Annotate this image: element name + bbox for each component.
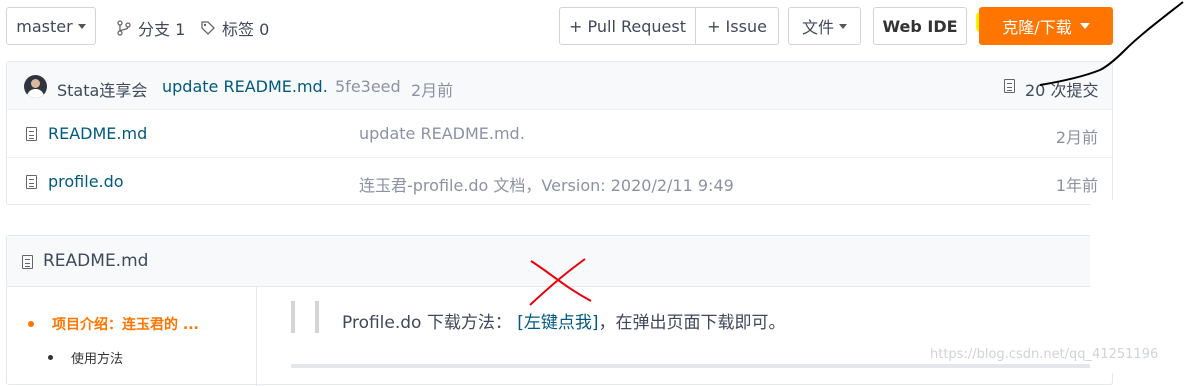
commit-hash[interactable]: 5fe3eed <box>335 77 401 96</box>
quote-suffix: ，在弹出页面下载即可。 <box>598 313 786 333</box>
branch-icon <box>117 20 131 36</box>
tag-icon <box>201 21 215 35</box>
toc-bullet <box>28 321 34 327</box>
tags-link[interactable]: 标签 0 <box>200 16 269 40</box>
issue-label: + Issue <box>707 16 767 36</box>
readme-toc: 项目介绍：连玉君的 ... 使用方法 <box>7 286 257 386</box>
download-link[interactable]: [左键点我] <box>517 313 598 333</box>
commit-message[interactable]: update README.md. <box>162 77 328 96</box>
file-name[interactable]: README.md <box>48 124 147 143</box>
readme-content: Profile.do 下载方法： [左键点我]，在弹出页面下载即可。 <box>257 286 1112 386</box>
files-label: 文件 <box>801 18 834 37</box>
pull-request-label: + Pull Request <box>569 16 686 36</box>
branch-select[interactable]: master <box>6 7 96 45</box>
file-commit-message[interactable]: 连玉君-profile.do 文档，Version: 2020/2/11 9:4… <box>359 172 734 196</box>
file-commit-message[interactable]: update README.md. <box>359 124 525 143</box>
branches-label: 分支 1 <box>138 20 186 39</box>
quote-bar <box>315 301 319 333</box>
table-row[interactable]: profile.do 连玉君-profile.do 文档，Version: 20… <box>7 157 1112 206</box>
avatar[interactable] <box>24 75 47 98</box>
commit-author[interactable]: Stata连享会 <box>57 77 147 101</box>
file-icon <box>26 127 37 141</box>
pull-request-button[interactable]: + Pull Request <box>559 7 696 45</box>
blockquote: Profile.do 下载方法： [左键点我]，在弹出页面下载即可。 <box>342 308 786 333</box>
readme-icon <box>22 255 33 269</box>
red-x-mark <box>529 258 592 306</box>
commit-time: 2月前 <box>411 81 454 100</box>
branches-link[interactable]: 分支 1 <box>116 16 185 40</box>
toc-item-intro[interactable]: 项目介绍：连玉君的 ... <box>52 314 199 334</box>
divider <box>291 364 1091 368</box>
quote-bar <box>291 301 295 333</box>
quote-prefix: Profile.do 下载方法： <box>342 313 512 333</box>
file-name[interactable]: profile.do <box>48 172 124 191</box>
pen-annotation-arrow <box>1039 1 1184 86</box>
web-ide-label: Web IDE <box>882 16 958 36</box>
files-dropdown[interactable]: 文件 <box>788 7 861 45</box>
chevron-down-icon <box>77 23 86 29</box>
file-time: 2月前 <box>1055 128 1098 147</box>
tags-label: 标签 0 <box>222 20 270 39</box>
file-icon <box>26 175 37 189</box>
watermark: https://blog.csdn.net/qq_41251196 <box>930 347 1159 362</box>
toc-bullet <box>48 355 53 360</box>
commit-bar: Stata连享会 update README.md. 5fe3eed 2月前 2… <box>7 62 1112 109</box>
issue-button[interactable]: + Issue <box>695 7 779 45</box>
toc-item-usage[interactable]: 使用方法 <box>71 348 123 367</box>
table-row[interactable]: README.md update README.md. 2月前 <box>7 109 1112 158</box>
web-ide-button[interactable]: Web IDE <box>873 7 967 45</box>
readme-title: README.md <box>43 251 149 271</box>
branch-label: master <box>16 16 73 36</box>
file-time: 1年前 <box>1055 176 1098 195</box>
file-list-panel: Stata连享会 update README.md. 5fe3eed 2月前 2… <box>6 61 1113 205</box>
chevron-down-icon <box>839 23 847 29</box>
